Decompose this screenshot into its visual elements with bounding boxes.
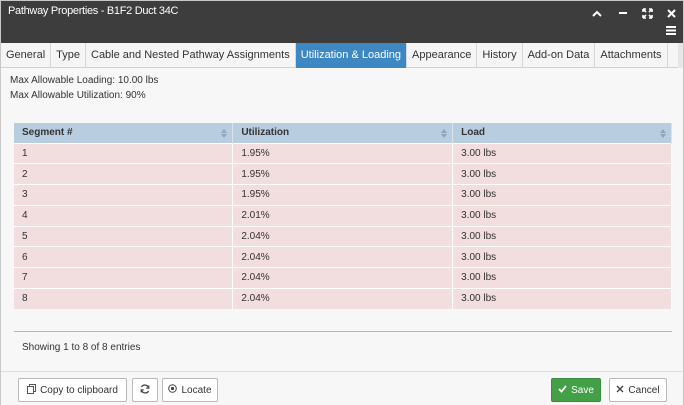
- tab-appearance[interactable]: Appearance: [407, 43, 478, 68]
- window-title: Pathway Properties - B1F2 Duct 34C: [8, 5, 179, 17]
- pathway-properties-dialog: Pathway Properties - B1F2 Duct 34C Gener…: [0, 0, 684, 405]
- table-row[interactable]: 5 2.04% 3.00 lbs: [14, 225, 672, 247]
- segment-cell: 3: [14, 184, 234, 206]
- cancel-button[interactable]: Cancel: [609, 378, 667, 402]
- table-row[interactable]: 4 2.01% 3.00 lbs: [14, 204, 672, 226]
- divider: [14, 331, 672, 332]
- load-cell: 3.00 lbs: [452, 163, 672, 185]
- segment-cell: 8: [14, 287, 234, 309]
- column-header-segment[interactable]: Segment #: [14, 123, 234, 143]
- minimize-icon[interactable]: [615, 5, 631, 21]
- column-header-label: Load: [461, 127, 486, 139]
- tab-cable-assignments[interactable]: Cable and Nested Pathway Assignments: [86, 43, 296, 68]
- locate-button[interactable]: Locate: [162, 378, 218, 402]
- max-utilization-text: Max Allowable Utilization: 90%: [10, 90, 146, 101]
- utilization-cell: 2.04%: [232, 267, 454, 289]
- close-icon: [616, 385, 624, 396]
- locate-button-label: Locate: [181, 384, 212, 396]
- tab-attachments[interactable]: Attachments: [595, 43, 668, 68]
- utilization-cell: 1.95%: [232, 184, 454, 206]
- save-button[interactable]: Save: [551, 378, 601, 402]
- column-header-label: Utilization: [241, 127, 290, 139]
- table-row[interactable]: 3 1.95% 3.00 lbs: [14, 184, 672, 206]
- chevron-up-icon[interactable]: [589, 5, 605, 21]
- tab-bar: General Type Cable and Nested Pathway As…: [1, 43, 683, 68]
- load-cell: 3.00 lbs: [452, 204, 672, 226]
- dialog-footer: Copy to clipboard Locate Save Cancel: [1, 371, 683, 405]
- fullscreen-icon[interactable]: [639, 5, 655, 21]
- load-cell: 3.00 lbs: [452, 287, 672, 309]
- load-cell: 3.00 lbs: [452, 267, 672, 289]
- table-header-row: Segment # Utilization Load: [14, 123, 672, 143]
- column-header-label: Segment #: [22, 127, 73, 139]
- tab-type[interactable]: Type: [51, 43, 86, 68]
- sort-icon: [660, 127, 666, 139]
- segment-cell: 2: [14, 163, 234, 185]
- sort-icon: [441, 127, 448, 139]
- checkmark-icon: [558, 384, 567, 396]
- utilization-cell: 2.04%: [232, 287, 454, 309]
- column-header-utilization[interactable]: Utilization: [232, 123, 454, 143]
- segment-cell: 6: [14, 246, 234, 268]
- scrollbar[interactable]: [678, 43, 683, 68]
- copy-button-label: Copy to clipboard: [40, 384, 118, 396]
- tab-utilization-loading[interactable]: Utilization & Loading: [295, 43, 408, 68]
- tab-history[interactable]: History: [477, 43, 523, 68]
- table-row[interactable]: 2 1.95% 3.00 lbs: [14, 163, 672, 185]
- table-row[interactable]: 7 2.04% 3.00 lbs: [14, 267, 672, 289]
- load-cell: 3.00 lbs: [452, 184, 672, 206]
- copy-to-clipboard-button[interactable]: Copy to clipboard: [18, 378, 127, 402]
- load-cell: 3.00 lbs: [452, 225, 672, 247]
- clipboard-icon: [27, 383, 37, 397]
- table-row[interactable]: 6 2.04% 3.00 lbs: [14, 246, 672, 268]
- table-row[interactable]: 1 1.95% 3.00 lbs: [14, 142, 672, 164]
- segment-cell: 1: [14, 142, 234, 164]
- segment-cell: 5: [14, 225, 234, 247]
- utilization-cell: 1.95%: [232, 142, 454, 164]
- locate-icon: [168, 384, 178, 396]
- utilization-table: Segment # Utilization Load 1 1.95% 3.00 …: [14, 123, 672, 309]
- menu-icon[interactable]: [663, 22, 679, 38]
- tab-general[interactable]: General: [1, 43, 52, 68]
- load-cell: 3.00 lbs: [452, 142, 672, 164]
- refresh-icon: [140, 383, 150, 397]
- tab-add-on-data[interactable]: Add-on Data: [523, 43, 596, 68]
- save-button-label: Save: [571, 384, 594, 396]
- entries-info: Showing 1 to 8 of 8 entries: [22, 342, 141, 353]
- utilization-cell: 2.04%: [232, 225, 454, 247]
- utilization-cell: 2.01%: [232, 204, 454, 226]
- load-cell: 3.00 lbs: [452, 246, 672, 268]
- segment-cell: 4: [14, 204, 234, 226]
- title-bar[interactable]: Pathway Properties - B1F2 Duct 34C: [1, 1, 683, 43]
- column-header-load[interactable]: Load: [452, 123, 672, 143]
- max-loading-text: Max Allowable Loading: 10.00 lbs: [10, 75, 159, 86]
- utilization-cell: 2.04%: [232, 246, 454, 268]
- segment-cell: 7: [14, 267, 234, 289]
- table-row[interactable]: 8 2.04% 3.00 lbs: [14, 287, 672, 309]
- utilization-cell: 1.95%: [232, 163, 454, 185]
- cancel-button-label: Cancel: [628, 384, 660, 396]
- close-icon[interactable]: [663, 5, 679, 21]
- sort-icon: [221, 127, 228, 139]
- refresh-button[interactable]: [132, 378, 158, 402]
